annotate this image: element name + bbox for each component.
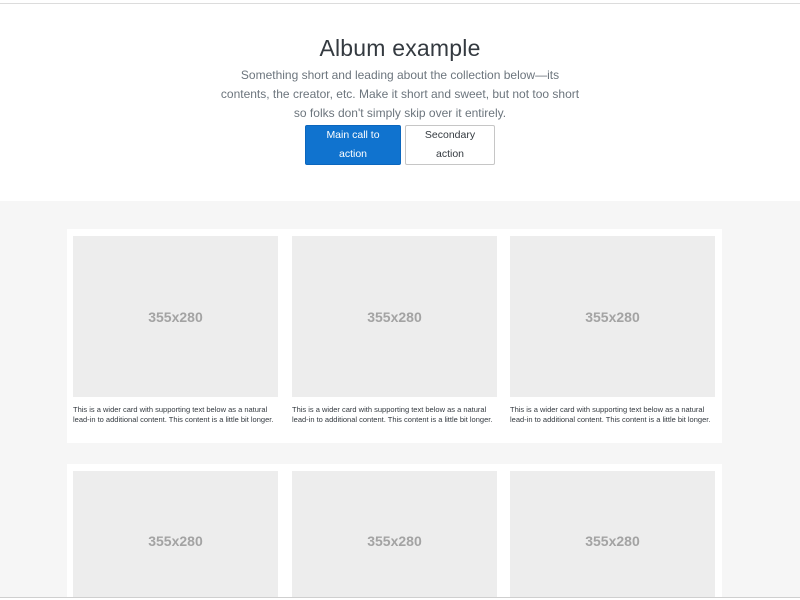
page: Album example Something short and leadin… bbox=[0, 0, 800, 600]
album-card: 355x280 bbox=[510, 471, 715, 600]
card-text: This is a wider card with supporting tex… bbox=[73, 405, 274, 424]
hero-section: Album example Something short and leadin… bbox=[0, 4, 800, 200]
page-title: Album example bbox=[319, 35, 481, 61]
card-thumbnail[interactable]: 355x280 bbox=[292, 236, 497, 397]
album-card: 355x280 bbox=[73, 471, 278, 600]
album-card: 355x280 This is a wider card with suppor… bbox=[73, 236, 278, 424]
hero-actions: Main call to action Secondary action bbox=[0, 125, 800, 165]
secondary-action-button[interactable]: Secondary action bbox=[405, 125, 495, 165]
main-call-to-action-button[interactable]: Main call to action bbox=[305, 125, 401, 165]
card-thumbnail[interactable]: 355x280 bbox=[292, 471, 497, 600]
album-card: 355x280 bbox=[292, 471, 497, 600]
card-row: 355x280 355x280 355x280 bbox=[67, 464, 722, 600]
album-card: 355x280 This is a wider card with suppor… bbox=[510, 236, 715, 424]
card-thumbnail[interactable]: 355x280 bbox=[510, 471, 715, 600]
card-thumbnail[interactable]: 355x280 bbox=[73, 236, 278, 397]
album-section: 355x280 This is a wider card with suppor… bbox=[0, 201, 800, 600]
hero-lead-text: Something short and leading about the co… bbox=[220, 68, 580, 120]
card-text: This is a wider card with supporting tex… bbox=[292, 405, 493, 424]
card-row: 355x280 This is a wider card with suppor… bbox=[67, 229, 722, 443]
card-thumbnail[interactable]: 355x280 bbox=[73, 471, 278, 600]
card-thumbnail[interactable]: 355x280 bbox=[510, 236, 715, 397]
card-text: This is a wider card with supporting tex… bbox=[510, 405, 711, 424]
album-card: 355x280 This is a wider card with suppor… bbox=[292, 236, 497, 424]
